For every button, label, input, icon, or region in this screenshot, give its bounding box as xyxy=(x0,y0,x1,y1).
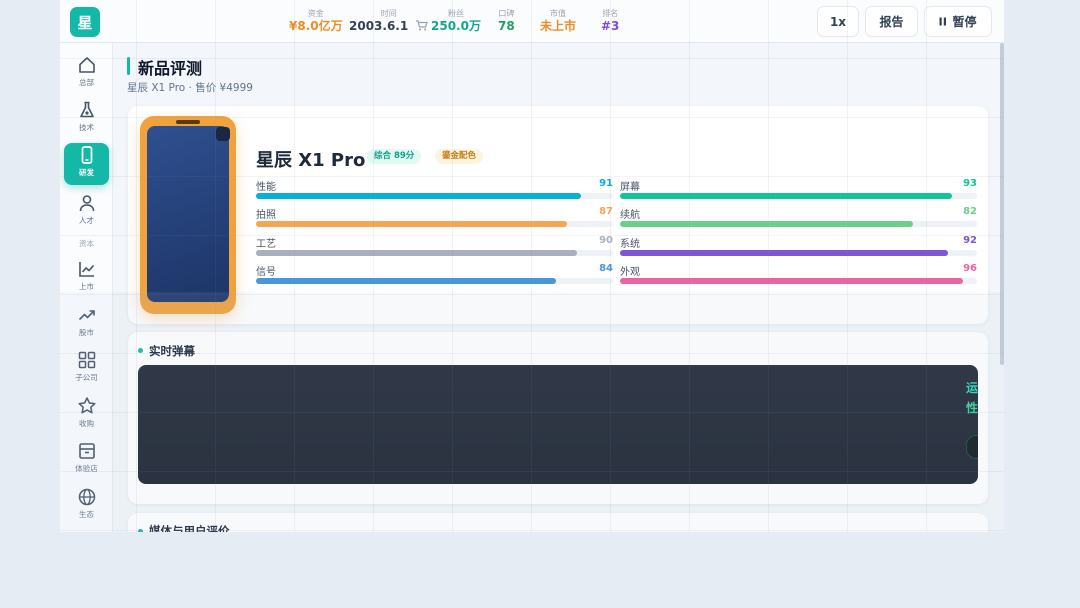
stat-camera-fill xyxy=(256,221,567,227)
stat-label: 市值 xyxy=(550,9,566,18)
stat-value: ¥8.0亿万 xyxy=(289,19,343,33)
stat-battery-bar xyxy=(620,221,977,227)
person-icon xyxy=(79,195,94,212)
pause-button[interactable]: 暂停 xyxy=(924,6,992,37)
line-chart-icon xyxy=(78,262,94,277)
sidebar-item-talent[interactable]: 人才 xyxy=(64,191,109,233)
stat-battery-fill xyxy=(620,221,913,227)
sidebar-item-label: 总部 xyxy=(79,78,94,87)
stat-value: 2003.6.1 xyxy=(349,19,409,33)
color-badge: 鎏金配色 xyxy=(435,149,484,164)
flask-icon xyxy=(79,101,94,118)
background-overlay xyxy=(60,292,1004,532)
sidebar-item-rnd[interactable]: 研发 xyxy=(64,143,109,185)
page-subtitle: 星辰 X1 Pro · 售价 ¥4999 xyxy=(127,82,253,94)
stat-craft-fill xyxy=(256,250,578,256)
stat-label: 时间 xyxy=(380,9,397,18)
stat-battery-value: 82 xyxy=(963,206,977,217)
sidebar-section-capital: 资本 xyxy=(79,239,94,248)
stat-design-bar xyxy=(620,278,977,284)
stat-label: 资金 xyxy=(307,9,324,18)
stat-screen-value: 93 xyxy=(963,178,977,189)
stat-performance-bar xyxy=(256,193,613,199)
stat-camera-label: 拍照 xyxy=(256,210,276,221)
stat-system-fill xyxy=(620,250,949,256)
sidebar-item-label: 上市 xyxy=(79,282,94,291)
sidebar-item-tech[interactable]: 技术 xyxy=(64,98,109,140)
pause-label: 暂停 xyxy=(952,15,977,29)
stat-value: #3 xyxy=(601,19,620,33)
app-window: 星 资金 ¥8.0亿万 时间 2003.6.1 粉丝 250.0万 口碑 78 … xyxy=(60,0,1004,532)
stat-system-value: 92 xyxy=(963,235,977,246)
sidebar-item-hq[interactable]: 总部 xyxy=(64,53,109,95)
pause-icon xyxy=(939,17,947,26)
stat-performance-label: 性能 xyxy=(256,182,276,193)
report-button[interactable]: 报告 xyxy=(865,6,918,37)
sidebar-item-label: 人才 xyxy=(79,216,94,225)
stat-signal-label: 信号 xyxy=(256,267,276,278)
stat-label: 粉丝 xyxy=(447,9,464,18)
app-logo: 星 xyxy=(70,7,100,37)
title-accent-bar xyxy=(127,57,130,75)
phone-icon xyxy=(81,146,92,164)
stat-screen-label: 屏幕 xyxy=(620,182,640,193)
stat-signal-fill xyxy=(256,278,556,284)
home-icon xyxy=(78,57,95,73)
score-badge: 综合 89分 xyxy=(367,149,422,164)
speed-button[interactable]: 1x xyxy=(817,6,859,37)
stat-value: 78 xyxy=(498,19,515,33)
stat-design-fill xyxy=(620,278,963,284)
stat-reputation: 口碑 78 xyxy=(498,9,515,34)
stat-value: 250.0万 xyxy=(431,19,481,33)
camera-icon xyxy=(216,127,230,141)
stat-performance-value: 91 xyxy=(599,178,613,189)
cart-icon xyxy=(416,20,429,31)
stat-value: 未上市 xyxy=(540,19,577,33)
stat-funds: 资金 ¥8.0亿万 xyxy=(289,9,343,34)
stat-market-cap: 市值 未上市 xyxy=(540,9,576,34)
stat-screen-bar xyxy=(620,193,977,199)
stat-design-value: 96 xyxy=(963,263,977,274)
stat-screen-fill xyxy=(620,193,952,199)
stat-date: 时间 2003.6.1 xyxy=(349,9,429,34)
sidebar-item-label: 技术 xyxy=(79,123,94,132)
stat-rank: 排名 #3 xyxy=(601,9,619,34)
stat-signal-bar xyxy=(256,278,613,284)
stat-label: 口碑 xyxy=(498,9,515,18)
stat-design-label: 外观 xyxy=(620,267,640,278)
phone-illustration xyxy=(140,116,236,314)
stat-craft-label: 工艺 xyxy=(256,239,276,250)
stat-system-label: 系统 xyxy=(620,239,640,250)
sidebar-item-label: 研发 xyxy=(79,168,94,177)
stat-battery-label: 续航 xyxy=(620,210,640,221)
stat-system-bar xyxy=(620,250,977,256)
stat-label: 排名 xyxy=(602,9,619,18)
product-name: 星辰 X1 Pro xyxy=(256,150,366,171)
stat-camera-value: 87 xyxy=(599,206,613,217)
phone-screen xyxy=(147,126,229,302)
stat-craft-bar xyxy=(256,250,613,256)
top-bar: 星 资金 ¥8.0亿万 时间 2003.6.1 粉丝 250.0万 口碑 78 … xyxy=(60,0,1004,43)
page-title: 新品评测 xyxy=(138,59,203,78)
stat-signal-value: 84 xyxy=(599,263,613,274)
stat-craft-value: 90 xyxy=(599,235,613,246)
stat-performance-fill xyxy=(256,193,581,199)
stat-camera-bar xyxy=(256,221,613,227)
phone-speaker xyxy=(176,120,200,124)
stat-fans: 粉丝 250.0万 xyxy=(431,9,481,34)
